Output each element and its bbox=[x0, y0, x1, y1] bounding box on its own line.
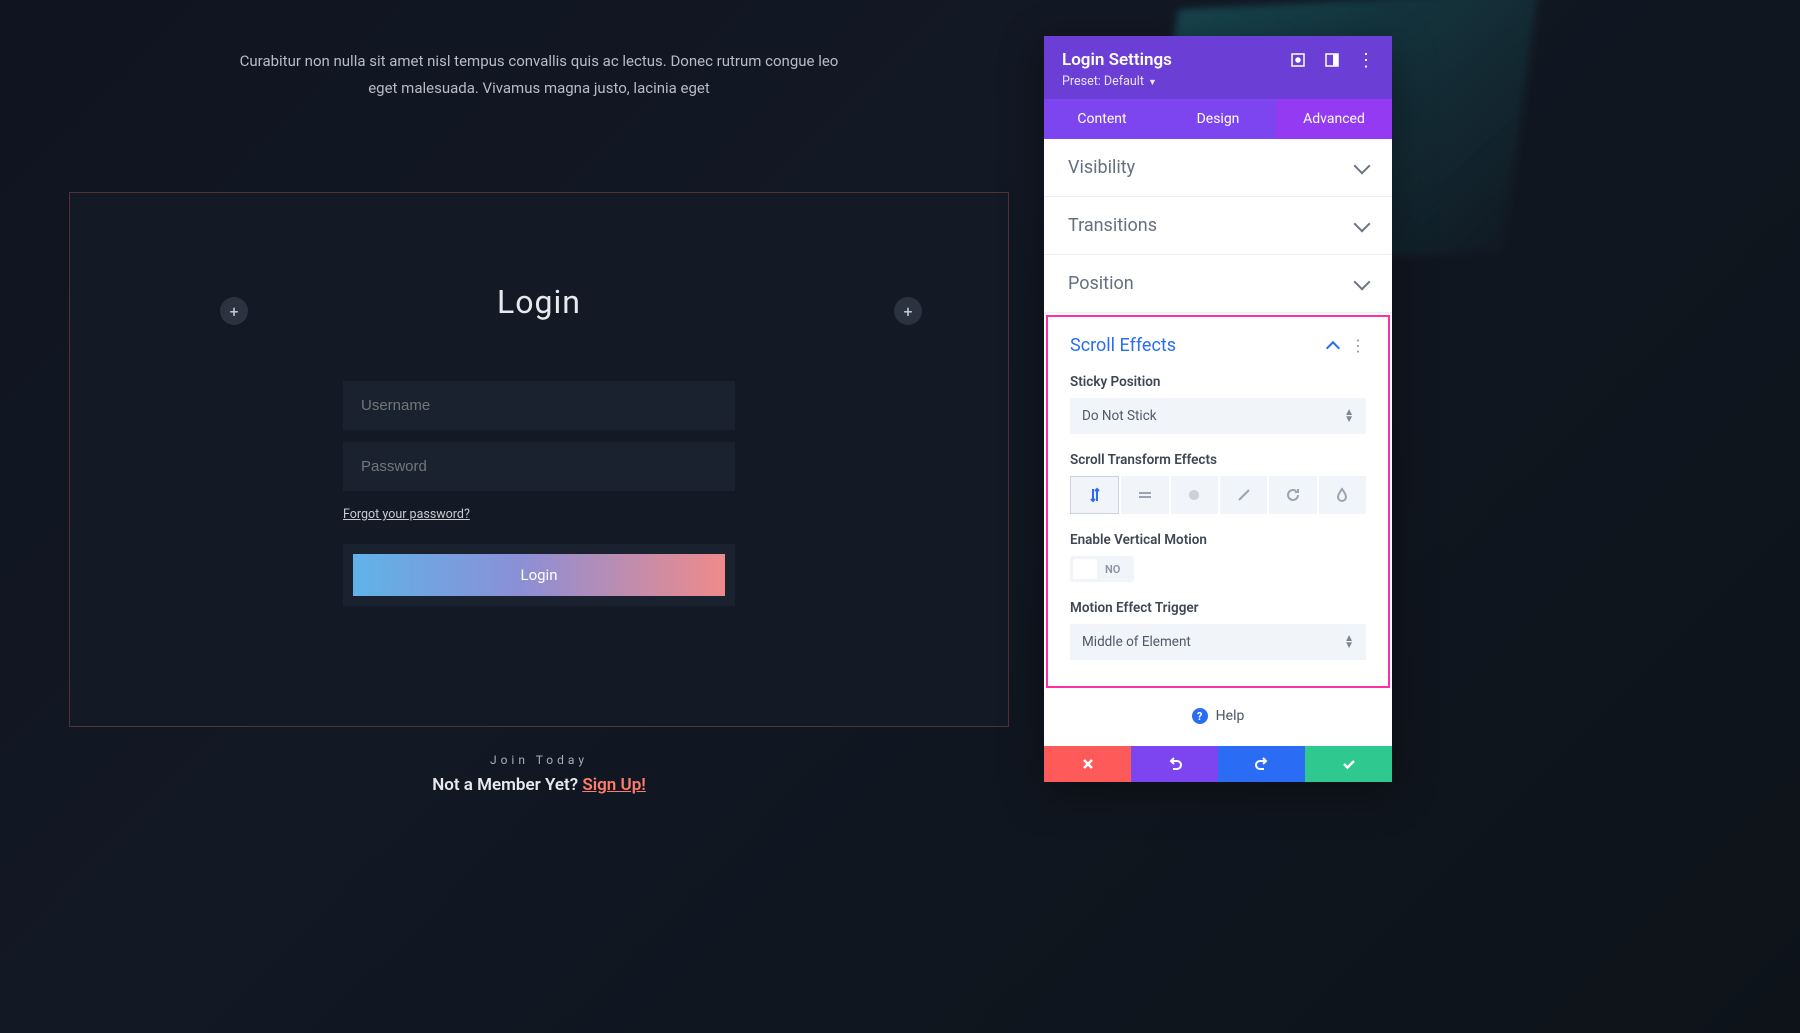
panel-sections: Visibility Transitions Position Scroll E… bbox=[1044, 139, 1392, 746]
enable-vertical-label: Enable Vertical Motion bbox=[1070, 532, 1366, 548]
login-button[interactable]: Login bbox=[353, 554, 725, 596]
motion-trigger-select[interactable]: Middle of Element ▲▼ bbox=[1070, 624, 1366, 660]
panel-title: Login Settings bbox=[1062, 50, 1172, 70]
tab-content[interactable]: Content bbox=[1044, 99, 1160, 139]
transform-effect-buttons bbox=[1070, 476, 1366, 514]
select-arrows-icon: ▲▼ bbox=[1344, 409, 1354, 423]
help-button[interactable]: ? Help bbox=[1044, 688, 1392, 744]
password-input[interactable] bbox=[343, 442, 735, 491]
scroll-effects-title[interactable]: Scroll Effects bbox=[1070, 335, 1176, 356]
preset-select[interactable]: Preset: Default▼ bbox=[1062, 74, 1374, 89]
tab-advanced[interactable]: Advanced bbox=[1276, 99, 1392, 139]
not-member-text: Not a Member Yet? Sign Up! bbox=[432, 775, 646, 795]
snap-icon[interactable] bbox=[1324, 52, 1340, 68]
login-title: Login bbox=[230, 283, 848, 321]
chevron-down-icon bbox=[1354, 215, 1371, 232]
toggle-knob bbox=[1073, 559, 1097, 579]
select-arrows-icon: ▲▼ bbox=[1344, 635, 1354, 649]
section-more-icon[interactable]: ⋮ bbox=[1350, 338, 1366, 354]
join-today-label: Join Today bbox=[490, 753, 588, 767]
undo-button[interactable] bbox=[1131, 746, 1218, 782]
signup-link[interactable]: Sign Up! bbox=[582, 775, 645, 795]
page-preview: Curabitur non nulla sit amet nisl tempus… bbox=[0, 0, 1078, 1033]
sticky-position-label: Sticky Position bbox=[1070, 374, 1366, 390]
chevron-down-icon bbox=[1354, 157, 1371, 174]
add-right-button[interactable]: + bbox=[894, 297, 922, 325]
login-form: Forgot your password? Login bbox=[343, 381, 735, 606]
toggle-value: NO bbox=[1105, 563, 1120, 576]
forgot-password-link[interactable]: Forgot your password? bbox=[343, 507, 470, 522]
login-button-wrap: Login bbox=[343, 544, 735, 606]
settings-panel: Login Settings ⋮ Preset: Default▼ Conten… bbox=[1044, 36, 1392, 782]
close-button[interactable] bbox=[1044, 746, 1131, 782]
panel-footer bbox=[1044, 746, 1392, 782]
effect-vertical-icon[interactable] bbox=[1070, 476, 1119, 514]
section-position[interactable]: Position bbox=[1044, 255, 1392, 313]
enable-vertical-toggle[interactable]: NO bbox=[1070, 556, 1134, 582]
save-button[interactable] bbox=[1305, 746, 1392, 782]
effect-blur-icon[interactable] bbox=[1319, 476, 1366, 514]
username-input[interactable] bbox=[343, 381, 735, 430]
tab-design[interactable]: Design bbox=[1160, 99, 1276, 139]
effect-rotate-icon[interactable] bbox=[1269, 476, 1316, 514]
effect-horizontal-icon[interactable] bbox=[1121, 476, 1168, 514]
not-member-label: Not a Member Yet? bbox=[432, 775, 582, 795]
expand-icon[interactable] bbox=[1290, 52, 1306, 68]
effect-fade-icon[interactable] bbox=[1171, 476, 1218, 514]
transform-effects-label: Scroll Transform Effects bbox=[1070, 452, 1366, 468]
panel-tabs: Content Design Advanced bbox=[1044, 99, 1392, 139]
sticky-position-select[interactable]: Do Not Stick ▲▼ bbox=[1070, 398, 1366, 434]
more-icon[interactable]: ⋮ bbox=[1358, 52, 1374, 68]
login-card: + + Login Forgot your password? Login bbox=[69, 192, 1009, 727]
redo-button[interactable] bbox=[1218, 746, 1305, 782]
add-left-button[interactable]: + bbox=[220, 297, 248, 325]
intro-text: Curabitur non nulla sit amet nisl tempus… bbox=[229, 48, 849, 102]
section-transitions[interactable]: Transitions bbox=[1044, 197, 1392, 255]
chevron-up-icon[interactable] bbox=[1326, 340, 1340, 354]
panel-header: Login Settings ⋮ Preset: Default▼ bbox=[1044, 36, 1392, 99]
section-scroll-effects: Scroll Effects ⋮ Sticky Position Do Not … bbox=[1046, 315, 1390, 688]
chevron-down-icon bbox=[1354, 273, 1371, 290]
section-visibility[interactable]: Visibility bbox=[1044, 139, 1392, 197]
login-module-wrap: + + Login Forgot your password? Login bbox=[69, 192, 1009, 727]
effect-scale-icon[interactable] bbox=[1220, 476, 1267, 514]
help-icon: ? bbox=[1192, 708, 1208, 724]
motion-trigger-label: Motion Effect Trigger bbox=[1070, 600, 1366, 616]
